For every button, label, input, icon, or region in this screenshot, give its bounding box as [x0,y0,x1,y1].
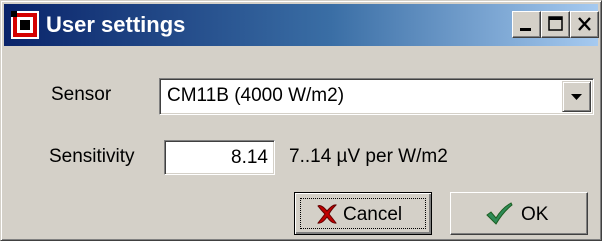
title-bar[interactable]: User settings [4,4,599,46]
cancel-x-icon [317,204,337,224]
sensitivity-label: Sensitivity [49,146,135,167]
sensor-selected-value: CM11B (4000 W/m2) [167,85,345,106]
sensitivity-value: 8.14 [231,147,268,168]
close-button[interactable] [570,11,599,38]
sensitivity-unit: 7..14 µV per W/m2 [289,146,448,167]
minimize-button[interactable] [512,11,541,38]
sensitivity-input[interactable]: 8.14 [164,140,275,175]
user-settings-dialog: User settings Sensor CM11B (4000 W/m2) S… [0,0,602,241]
minimize-icon [520,28,531,31]
maximize-button[interactable] [541,11,570,38]
cancel-button[interactable]: Cancel [294,192,432,235]
ok-button-label: OK [521,204,549,225]
checkmark-icon [486,202,513,225]
sensor-select[interactable]: CM11B (4000 W/m2) [159,78,594,115]
window-title: User settings [46,12,186,37]
maximize-icon [548,16,563,31]
ok-button[interactable]: OK [450,192,588,235]
sensor-label: Sensor [51,84,112,105]
close-icon [578,17,591,31]
sensor-dropdown-button[interactable] [562,81,591,112]
chevron-down-icon [571,94,582,100]
app-icon [11,11,39,39]
cancel-button-label: Cancel [343,204,403,225]
